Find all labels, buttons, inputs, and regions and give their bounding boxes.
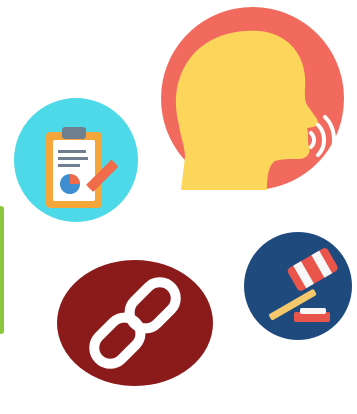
gavel-icon bbox=[244, 232, 352, 340]
report-line-1 bbox=[58, 150, 86, 153]
clipboard-report-icon bbox=[14, 98, 138, 222]
report-line-2 bbox=[58, 157, 88, 160]
gavel-sound-block-top bbox=[300, 308, 326, 314]
speaking-head-icon bbox=[161, 7, 344, 191]
report-line-3 bbox=[58, 164, 80, 167]
chain-link-icon bbox=[57, 260, 213, 386]
left-edge-strip bbox=[0, 206, 4, 334]
clipboard-clip bbox=[62, 127, 86, 139]
